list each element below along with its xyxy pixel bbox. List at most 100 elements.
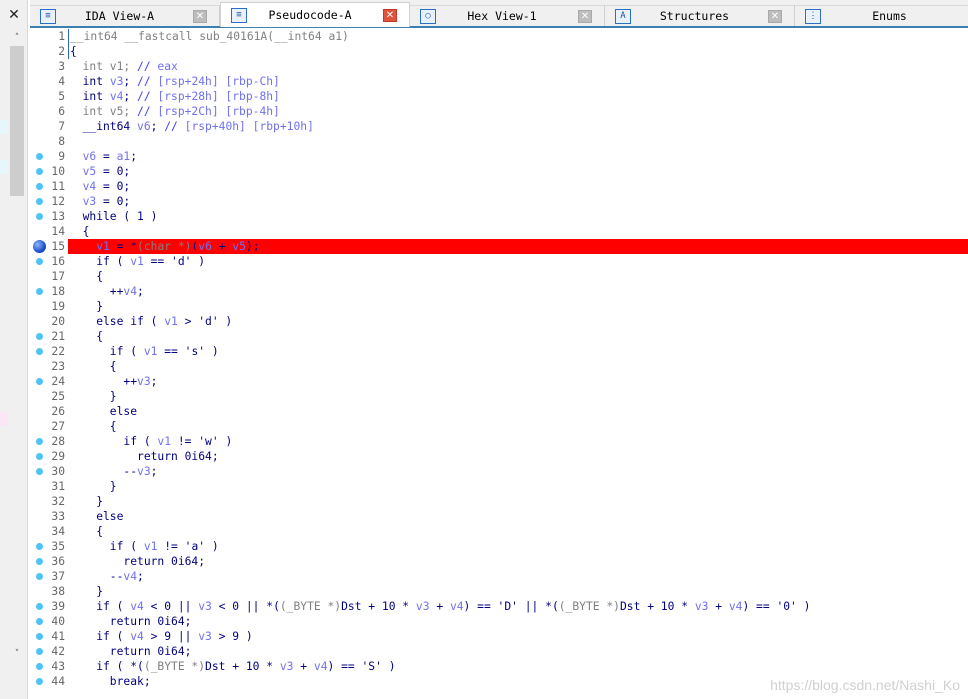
code-line[interactable]: 31 } xyxy=(30,479,968,494)
code-text[interactable]: else if ( v1 > 'd' ) xyxy=(68,314,968,329)
code-line[interactable]: 37 --v4; xyxy=(30,569,968,584)
code-line[interactable]: 32 } xyxy=(30,494,968,509)
code-text[interactable]: __int64 v6; // [rsp+40h] [rbp+10h] xyxy=(68,119,968,134)
code-text[interactable]: } xyxy=(68,389,968,404)
code-text[interactable]: int v5; // [rsp+2Ch] [rbp-4h] xyxy=(68,104,968,119)
code-line[interactable]: 18 ++v4; xyxy=(30,284,968,299)
tab-pseudocode-a[interactable]: ≡ Pseudocode-A ✕ xyxy=(220,2,410,27)
code-line[interactable]: 25 } xyxy=(30,389,968,404)
code-line[interactable]: 21 { xyxy=(30,329,968,344)
code-line[interactable]: 27 { xyxy=(30,419,968,434)
code-line[interactable]: 26 else xyxy=(30,404,968,419)
code-text[interactable]: __int64 __fastcall sub_40161A(__int64 a1… xyxy=(68,29,968,44)
code-text[interactable]: { xyxy=(68,44,968,59)
code-line[interactable]: 6 int v5; // [rsp+2Ch] [rbp-4h] xyxy=(30,104,968,119)
code-text[interactable]: v5 = 0; xyxy=(68,164,968,179)
close-tab-icon[interactable]: ✕ xyxy=(578,9,592,23)
tab-enums[interactable]: ⋮Enums✕ xyxy=(795,5,968,26)
code-text[interactable]: while ( 1 ) xyxy=(68,209,968,224)
close-panel-button[interactable]: ✕ xyxy=(2,4,26,26)
code-text[interactable]: --v4; xyxy=(68,569,968,584)
code-text[interactable]: { xyxy=(68,329,968,344)
vertical-scrollbar[interactable]: ˄ ˅ xyxy=(8,30,26,680)
code-text[interactable]: --v3; xyxy=(68,464,968,479)
code-text[interactable]: else xyxy=(68,404,968,419)
code-line[interactable]: 9 v6 = a1; xyxy=(30,149,968,164)
code-line[interactable]: 1 __int64 __fastcall sub_40161A(__int64 a… xyxy=(30,29,968,44)
close-tab-icon[interactable]: ✕ xyxy=(193,9,207,23)
code-line[interactable]: 20 else if ( v1 > 'd' ) xyxy=(30,314,968,329)
code-text[interactable]: return 0i64; xyxy=(68,614,968,629)
code-line[interactable]: 35 if ( v1 != 'a' ) xyxy=(30,539,968,554)
code-line[interactable]: 24 ++v3; xyxy=(30,374,968,389)
tab-hex-view-1[interactable]: ○ Hex View-1 ✕ xyxy=(410,5,605,26)
code-line[interactable]: 23 { xyxy=(30,359,968,374)
code-text[interactable]: int v1; // eax xyxy=(68,59,968,74)
code-text[interactable]: } xyxy=(68,299,968,314)
code-text[interactable]: } xyxy=(68,584,968,599)
close-tab-icon[interactable]: ✕ xyxy=(768,9,782,23)
code-line[interactable]: 2{ xyxy=(30,44,968,59)
pseudocode-editor[interactable]: 1 __int64 __fastcall sub_40161A(__int64 a… xyxy=(30,29,968,699)
code-line[interactable]: 4 int v3; // [rsp+24h] [rbp-Ch] xyxy=(30,74,968,89)
code-line[interactable]: 38 } xyxy=(30,584,968,599)
code-line[interactable]: 3 int v1; // eax xyxy=(30,59,968,74)
code-text[interactable]: ++v3; xyxy=(68,374,968,389)
code-line[interactable]: 8 xyxy=(30,134,968,149)
code-line[interactable]: 19 } xyxy=(30,299,968,314)
code-text[interactable]: return 0i64; xyxy=(68,449,968,464)
code-text[interactable]: if ( v4 < 0 || v3 < 0 || *((_BYTE *)Dst … xyxy=(68,599,968,614)
code-text[interactable]: if ( v4 > 9 || v3 > 9 ) xyxy=(68,629,968,644)
code-text[interactable]: { xyxy=(68,419,968,434)
tab-structures[interactable]: A Structures ✕ xyxy=(605,5,795,26)
code-text[interactable]: else xyxy=(68,509,968,524)
code-line[interactable]: 33 else xyxy=(30,509,968,524)
code-text[interactable]: } xyxy=(68,479,968,494)
code-line[interactable]: 42 return 0i64; xyxy=(30,644,968,659)
code-line[interactable]: 14 { xyxy=(30,224,968,239)
code-line[interactable]: 43 if ( *((_BYTE *)Dst + 10 * v3 + v4) =… xyxy=(30,659,968,674)
code-line[interactable]: 34 { xyxy=(30,524,968,539)
code-text[interactable]: if ( v1 != 'a' ) xyxy=(68,539,968,554)
code-line[interactable]: 5 int v4; // [rsp+28h] [rbp-8h] xyxy=(30,89,968,104)
code-text[interactable]: int v4; // [rsp+28h] [rbp-8h] xyxy=(68,89,968,104)
code-line[interactable]: 13 while ( 1 ) xyxy=(30,209,968,224)
code-text[interactable]: ++v4; xyxy=(68,284,968,299)
scroll-down-icon[interactable]: ˅ xyxy=(8,646,26,662)
tab-ida-view-a[interactable]: ≡ IDA View-A ✕ xyxy=(30,5,220,26)
code-line[interactable]: 40 return 0i64; xyxy=(30,614,968,629)
code-text[interactable]: int v3; // [rsp+24h] [rbp-Ch] xyxy=(68,74,968,89)
code-text[interactable]: { xyxy=(68,224,968,239)
code-line[interactable]: 16 if ( v1 == 'd' ) xyxy=(30,254,968,269)
scroll-up-icon[interactable]: ˄ xyxy=(8,30,26,46)
code-text[interactable]: if ( v1 == 's' ) xyxy=(68,344,968,359)
code-line[interactable]: 7 __int64 v6; // [rsp+40h] [rbp+10h] xyxy=(30,119,968,134)
code-text[interactable]: { xyxy=(68,269,968,284)
code-line[interactable]: 17 { xyxy=(30,269,968,284)
code-line[interactable]: 41 if ( v4 > 9 || v3 > 9 ) xyxy=(30,629,968,644)
code-line[interactable]: 30 --v3; xyxy=(30,464,968,479)
code-text[interactable]: v3 = 0; xyxy=(68,194,968,209)
current-code-line[interactable]: 15 v1 = *(char *)(v6 + v5); xyxy=(30,239,968,254)
code-line[interactable]: 36 return 0i64; xyxy=(30,554,968,569)
code-line[interactable]: 39 if ( v4 < 0 || v3 < 0 || *((_BYTE *)D… xyxy=(30,599,968,614)
scrollbar-thumb[interactable] xyxy=(10,46,24,196)
code-text[interactable]: v6 = a1; xyxy=(68,149,968,164)
close-tab-icon[interactable]: ✕ xyxy=(383,8,397,22)
code-text[interactable]: if ( *((_BYTE *)Dst + 10 * v3 + v4) == '… xyxy=(68,659,968,674)
code-line[interactable]: 22 if ( v1 == 's' ) xyxy=(30,344,968,359)
code-text[interactable]: if ( v1 == 'd' ) xyxy=(68,254,968,269)
code-text[interactable]: { xyxy=(68,524,968,539)
code-text[interactable]: } xyxy=(68,494,968,509)
code-text[interactable]: { xyxy=(68,359,968,374)
code-text[interactable] xyxy=(68,134,968,149)
code-text[interactable]: v4 = 0; xyxy=(68,179,968,194)
code-text[interactable]: v1 = *(char *)(v6 + v5); xyxy=(68,239,968,254)
code-line[interactable]: 29 return 0i64; xyxy=(30,449,968,464)
code-line[interactable]: 12 v3 = 0; xyxy=(30,194,968,209)
code-text[interactable]: if ( v1 != 'w' ) xyxy=(68,434,968,449)
code-line[interactable]: 11 v4 = 0; xyxy=(30,179,968,194)
code-line[interactable]: 28 if ( v1 != 'w' ) xyxy=(30,434,968,449)
code-text[interactable]: return 0i64; xyxy=(68,554,968,569)
code-line[interactable]: 10 v5 = 0; xyxy=(30,164,968,179)
